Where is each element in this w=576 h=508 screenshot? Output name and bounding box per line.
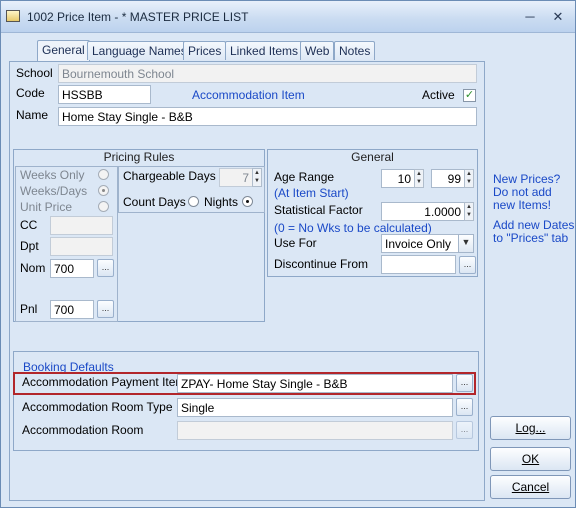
discontinue-from-date-button[interactable]: ... [459,256,476,274]
chargeable-days-label: Chargeable Days [123,169,216,183]
cc-label: CC [20,218,38,232]
side-note-line5: to "Prices" tab [493,231,569,245]
age-min-spinner[interactable]: ▲ ▼ [414,169,424,188]
room-lookup-button[interactable]: ... [456,421,473,439]
log-button-label: Log... [515,421,546,435]
spin-up-icon: ▲ [416,171,422,177]
tab-web[interactable]: Web [300,41,335,60]
discontinue-from-field[interactable] [381,255,456,274]
at-item-start-note: (At Item Start) [274,186,349,200]
tab-general[interactable]: General [37,40,90,61]
title-bar: 1002 Price Item - * MASTER PRICE LIST ─ … [1,1,575,33]
weeks-days-label: Weeks/Days [20,184,88,198]
dpt-field[interactable] [50,237,113,256]
price-item-window: 1002 Price Item - * MASTER PRICE LIST ─ … [0,0,576,508]
school-label: School [16,66,53,80]
pricing-rules-title: Pricing Rules [103,150,175,164]
weeks-days-radio[interactable] [98,185,109,196]
room-type-field[interactable]: Single [177,398,453,417]
nom-label: Nom [20,261,46,275]
school-field[interactable]: Bournemouth School [58,64,477,83]
chargeable-days-spinner[interactable]: ▲ ▼ [252,168,262,187]
age-range-label: Age Range [274,170,335,184]
unit-price-label: Unit Price [20,200,73,214]
tab-linked-items[interactable]: Linked Items [225,41,304,60]
age-max-field[interactable]: 99 [431,169,465,188]
age-min-field[interactable]: 10 [381,169,415,188]
log-button[interactable]: Log... [490,416,571,440]
window-title: 1002 Price Item - * MASTER PRICE LIST [27,10,249,24]
tab-language-names[interactable]: Language Names [87,41,192,60]
count-days-label: Count Days [123,195,186,209]
statistical-factor-label: Statistical Factor [274,203,363,217]
age-max-spinner[interactable]: ▲ ▼ [464,169,474,188]
use-for-label: Use For [274,236,317,250]
discontinue-from-label: Discontinue From [274,257,369,271]
spin-down-icon: ▼ [466,179,472,185]
nights-radio[interactable] [242,196,253,207]
spin-up-icon: ▲ [254,170,260,176]
code-field[interactable]: HSSBB [58,85,151,104]
spin-down-icon: ▼ [466,212,472,218]
ok-button-label: OK [521,452,540,466]
pnl-label: Pnl [20,302,38,316]
close-button[interactable]: ✕ [546,7,570,27]
spin-down-icon: ▼ [416,179,422,185]
room-type-label: Accommodation Room Type [22,400,173,414]
unit-price-radio[interactable] [98,201,109,212]
spin-up-icon: ▲ [466,171,472,177]
spin-down-icon: ▼ [254,178,260,184]
weeks-only-label: Weeks Only [20,168,85,182]
room-field[interactable] [177,421,453,440]
statistical-factor-field[interactable]: 1.0000 [381,202,465,221]
zero-note: (0 = No Wks to be calculated) [274,221,432,235]
app-icon [6,10,20,22]
room-type-lookup-button[interactable]: ... [456,398,473,416]
item-type-label: Accommodation Item [192,88,305,102]
count-days-radio[interactable] [188,196,199,207]
side-note-line3: new Items! [493,198,552,212]
use-for-dropdown-icon[interactable]: ▼ [458,234,474,253]
tab-prices[interactable]: Prices [183,41,227,60]
active-label: Active [422,88,455,102]
room-label: Accommodation Room [22,423,144,437]
cc-field[interactable] [50,216,113,235]
chargeable-days-field[interactable]: 7 [219,168,253,187]
ok-button[interactable]: OK [490,447,571,471]
nights-label: Nights [204,195,239,209]
statistical-factor-spinner[interactable]: ▲ ▼ [464,202,474,221]
dpt-label: Dpt [20,239,39,253]
code-label: Code [16,86,45,100]
nom-lookup-button[interactable]: ... [97,259,114,277]
spin-up-icon: ▲ [466,204,472,210]
pnl-field[interactable]: 700 [50,300,94,319]
nom-field[interactable]: 700 [50,259,94,278]
minimize-button[interactable]: ─ [518,7,542,27]
weeks-only-radio[interactable] [98,169,109,180]
name-label: Name [16,108,49,122]
pnl-lookup-button[interactable]: ... [97,300,114,318]
general-box-title: General [351,150,394,164]
name-field[interactable]: Home Stay Single - B&B [58,107,477,126]
active-checkbox[interactable]: ✓ [463,89,476,102]
cancel-button[interactable]: Cancel [490,475,571,499]
use-for-select[interactable]: Invoice Only [381,234,459,253]
side-note: New Prices? Do not add new Items! Add ne… [493,173,574,245]
payment-item-highlight [13,372,476,395]
tab-notes[interactable]: Notes [334,41,376,60]
cancel-button-label: Cancel [511,480,550,494]
